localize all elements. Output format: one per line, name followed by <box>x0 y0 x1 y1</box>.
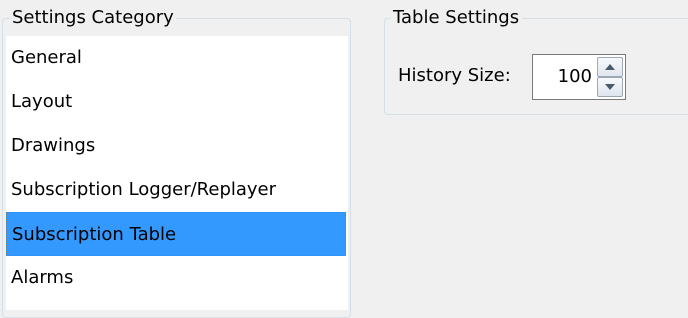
spin-down-button[interactable] <box>597 77 623 97</box>
list-item-alarms[interactable]: Alarms <box>6 256 346 300</box>
arrow-up-icon <box>605 64 615 70</box>
table-settings-title: Table Settings <box>390 6 523 30</box>
settings-category-list[interactable]: General Layout Drawings Subscription Log… <box>6 36 348 310</box>
list-item-subscription-logger-replayer[interactable]: Subscription Logger/Replayer <box>6 168 346 212</box>
list-item-drawings[interactable]: Drawings <box>6 124 346 168</box>
list-item-general[interactable]: General <box>6 36 346 80</box>
history-size-value[interactable]: 100 <box>558 55 592 99</box>
settings-category-title: Settings Category <box>10 6 176 30</box>
history-size-spinbox[interactable]: 100 <box>532 54 626 100</box>
history-size-label: History Size: <box>398 65 511 86</box>
spin-up-button[interactable] <box>597 57 623 77</box>
list-item-subscription-table[interactable]: Subscription Table <box>6 212 346 256</box>
list-item-layout[interactable]: Layout <box>6 80 346 124</box>
arrow-down-icon <box>605 84 615 90</box>
